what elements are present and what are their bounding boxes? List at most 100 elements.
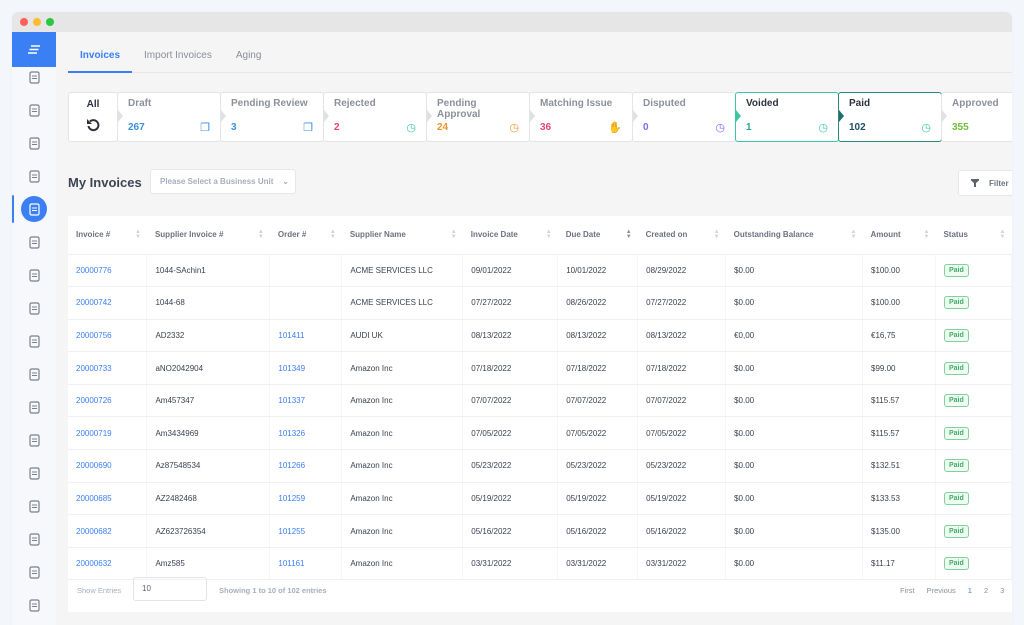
status-cell: Paid	[935, 449, 1012, 483]
amount-cell: $115.57	[862, 384, 936, 418]
column-header-status[interactable]: Status ▲ ▼	[935, 216, 1012, 255]
sidebar-item-inbox[interactable]	[12, 97, 56, 123]
order-number-link[interactable]: 101349	[269, 351, 343, 385]
entries-per-page-input[interactable]: 10	[133, 577, 207, 601]
table-row[interactable]: 20000682 AZ623726354 101255 Amazon Inc 05/16…	[68, 514, 1012, 548]
order-number-link[interactable]: 101259	[269, 482, 343, 516]
stage-paid[interactable]: Paid 102 ◷	[838, 92, 942, 142]
table-row[interactable]: 20000685 AZ2482468 101259 Amazon Inc 05/19/2…	[68, 482, 1012, 516]
invoice-number-link[interactable]: 20000733	[68, 351, 148, 385]
order-number-link[interactable]	[269, 286, 343, 320]
invoice-number-link[interactable]: 20000685	[68, 482, 148, 516]
order-number-link[interactable]	[269, 254, 343, 288]
stage-disputed[interactable]: Disputed 0 ◷	[632, 92, 736, 142]
stage-pending-review[interactable]: Pending Review 3 ❐	[220, 92, 324, 142]
stage-voided[interactable]: Voided 1 ◷	[735, 92, 839, 142]
sidebar-item-copy-documents[interactable]	[12, 328, 56, 354]
invoice-number-link[interactable]: 20000682	[68, 514, 148, 548]
column-header-invoice[interactable]: Invoice # ▲ ▼	[68, 216, 147, 255]
sidebar-item-team[interactable]	[12, 493, 56, 519]
minimize-window-button[interactable]	[33, 18, 41, 26]
table-row[interactable]: 20000756 AD2332 101411 AUDI UK 08/13/2022 08/…	[68, 319, 1012, 353]
column-header-supplier-name[interactable]: Supplier Name ▲ ▼	[341, 216, 463, 255]
stage-pending-approval[interactable]: Pending Approval 24 ◷	[426, 92, 530, 142]
table-row[interactable]: 20000742 1044-68 ACME SERVICES LLC 07/27/20…	[68, 286, 1012, 320]
invoice-number-link[interactable]: 20000776	[68, 254, 148, 288]
sidebar-item-invoices[interactable]	[12, 196, 56, 222]
table-row[interactable]: 20000719 Am3434969 101326 Amazon Inc 07/05/2…	[68, 416, 1012, 451]
column-header-supplier-invoice[interactable]: Supplier Invoice # ▲ ▼	[146, 216, 270, 255]
table-row[interactable]: 20000733 aNO2042904 101349 Amazon Inc 07/18/…	[68, 351, 1012, 385]
business-unit-select[interactable]: Please Select a Business Unit ⌄	[150, 169, 296, 194]
column-header-outstanding-balance[interactable]: Outstanding Balance ▲ ▼	[725, 216, 863, 255]
outstanding-balance-cell: €0,00	[725, 319, 863, 353]
column-header-amount[interactable]: Amount ▲ ▼	[862, 216, 936, 255]
pager-page-3[interactable]: 3	[1000, 586, 1004, 595]
sort-icon[interactable]: ▲ ▼	[546, 229, 552, 240]
filter-icon	[971, 179, 979, 187]
pager-page-1[interactable]: 1	[968, 586, 972, 595]
users-list-icon	[28, 70, 40, 84]
sidebar-item-handshake[interactable]	[12, 262, 56, 288]
column-header-created-on[interactable]: Created on ▲ ▼	[637, 216, 726, 255]
sort-icon[interactable]: ▲ ▼	[451, 229, 457, 240]
table-row[interactable]: 20000776 1044-SAchin1 ACME SERVICES LLC 09/…	[68, 254, 1012, 288]
pagination: First Previous 1 2 3	[900, 586, 1004, 595]
column-header-due-date[interactable]: Due Date ▲ ▼	[557, 216, 638, 255]
sidebar-item-documents[interactable]	[12, 130, 56, 156]
maximize-window-button[interactable]	[46, 18, 54, 26]
stage-matching-issue[interactable]: Matching Issue 36 ✋	[529, 92, 633, 142]
sidebar-item-coins-chart[interactable]	[12, 460, 56, 486]
business-unit-placeholder: Please Select a Business Unit	[160, 177, 274, 186]
sidebar-item-more[interactable]	[12, 592, 56, 618]
sort-icon[interactable]: ▲ ▼	[851, 229, 857, 240]
sort-icon[interactable]: ▲ ▼	[626, 229, 632, 240]
page-title: My Invoices	[68, 175, 142, 190]
sidebar-item-folder[interactable]	[12, 394, 56, 420]
sort-icon[interactable]: ▲ ▼	[1000, 229, 1006, 240]
stage-all[interactable]: All	[68, 92, 118, 142]
column-header-invoice-date[interactable]: Invoice Date ▲ ▼	[462, 216, 558, 255]
sort-icon[interactable]: ▲ ▼	[258, 229, 264, 240]
pager-first[interactable]: First	[900, 586, 915, 595]
invoice-number-link[interactable]: 20000726	[68, 384, 148, 418]
pager-page-2[interactable]: 2	[984, 586, 988, 595]
order-number-link[interactable]: 101266	[269, 449, 343, 483]
order-number-link[interactable]: 101337	[269, 384, 343, 418]
tab-import-invoices[interactable]: Import Invoices	[132, 44, 224, 73]
order-number-link[interactable]: 101326	[269, 416, 343, 451]
sidebar-item-document-edit[interactable]	[12, 295, 56, 321]
sidebar-item-quote[interactable]	[12, 526, 56, 552]
tab-invoices[interactable]: Invoices	[68, 44, 133, 73]
sidebar-item-document-pen[interactable]	[12, 229, 56, 255]
pager-previous[interactable]: Previous	[927, 586, 956, 595]
sidebar-item-document-check[interactable]	[12, 163, 56, 189]
sort-icon[interactable]: ▲ ▼	[330, 229, 336, 240]
invoice-number-link[interactable]: 20000756	[68, 319, 148, 353]
invoice-number-link[interactable]: 20000690	[68, 449, 148, 483]
sidebar-item-worker[interactable]	[12, 361, 56, 387]
sort-icon[interactable]: ▲ ▼	[714, 229, 720, 240]
stage-draft[interactable]: Draft 267 ❐	[117, 92, 221, 142]
order-number-link[interactable]: 101411	[269, 319, 343, 353]
stage-count: 355	[952, 122, 969, 133]
close-window-button[interactable]	[20, 18, 28, 26]
column-header-order[interactable]: Order # ▲ ▼	[269, 216, 342, 255]
sidebar-item-receipt[interactable]	[12, 559, 56, 585]
tab-aging[interactable]: Aging	[224, 44, 274, 73]
sort-icon[interactable]: ▲ ▼	[135, 229, 141, 240]
order-number-link[interactable]: 101255	[269, 514, 343, 548]
sort-icon[interactable]: ▲ ▼	[924, 229, 930, 240]
sidebar-item-users-list[interactable]	[12, 64, 56, 90]
invoice-number-link[interactable]: 20000742	[68, 286, 148, 320]
table-row[interactable]: 20000726 Am457347 101337 Amazon Inc 07/07/20…	[68, 384, 1012, 418]
sidebar-item-warehouse[interactable]	[12, 427, 56, 453]
stage-label: All	[86, 99, 100, 110]
logo-menu-button[interactable]	[12, 32, 56, 67]
invoice-number-link[interactable]: 20000719	[68, 416, 148, 451]
outstanding-balance-cell: $0.00	[725, 286, 863, 320]
table-row[interactable]: 20000690 Az87548534 101266 Amazon Inc 05/23/…	[68, 449, 1012, 483]
stage-rejected[interactable]: Rejected 2 ◷	[323, 92, 427, 142]
filter-button[interactable]: Filter	[958, 170, 1012, 196]
stage-approved[interactable]: Approved 355	[941, 92, 1012, 142]
